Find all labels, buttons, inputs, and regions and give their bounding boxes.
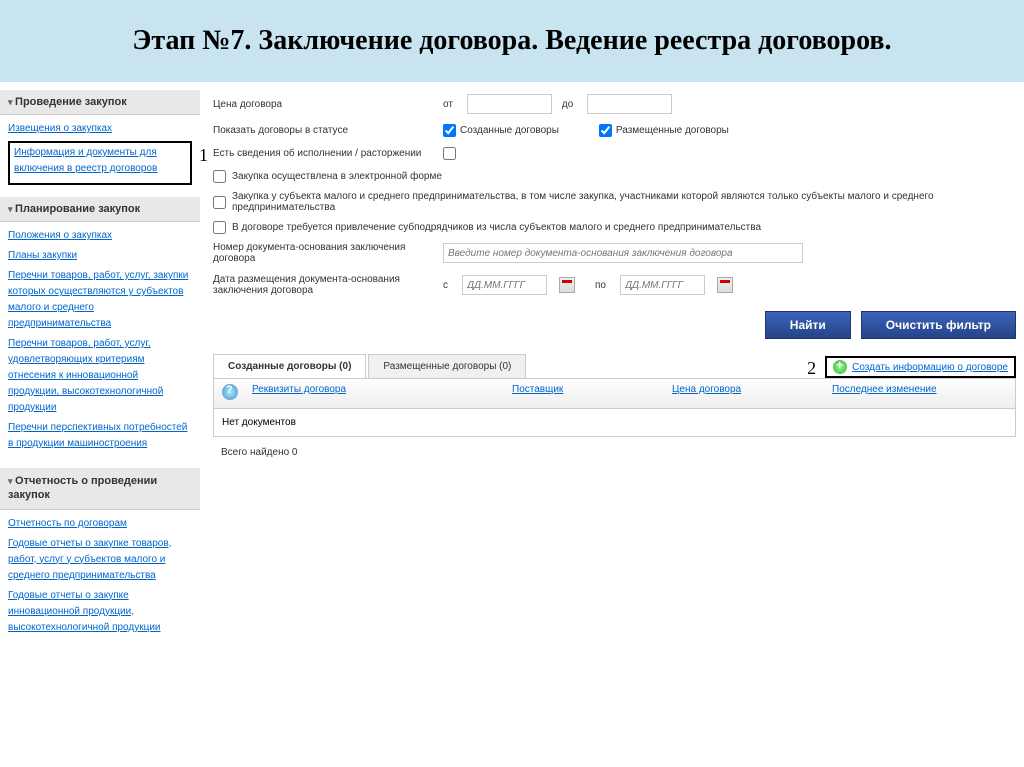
status-placed-checkbox[interactable] — [599, 124, 612, 137]
button-row: Найти Очистить фильтр — [213, 311, 1016, 339]
main-panel: Цена договора от до Показать договоры в … — [205, 90, 1024, 652]
exec-label: Есть сведения об исполнении / расторжени… — [213, 148, 443, 159]
price-label: Цена договора — [213, 99, 443, 110]
docnum-input[interactable] — [443, 243, 803, 263]
date-to-input[interactable] — [620, 275, 705, 295]
sidebar-link-innovation-lists[interactable]: Перечни товаров, работ, услуг, удовлетво… — [8, 336, 192, 416]
highlight-box-1: Информация и документы для включения в р… — [8, 141, 192, 185]
th-requisites[interactable]: Реквизиты договора — [252, 384, 512, 403]
slide-title-bar: Этап №7. Заключение договора. Ведение ре… — [0, 0, 1024, 82]
sidebar-link-plans[interactable]: Планы закупки — [8, 248, 192, 264]
docdate-label: Дата размещения документа-основания закл… — [213, 274, 443, 296]
sidebar-link-perspective-lists[interactable]: Перечни перспективных потребностей в про… — [8, 420, 192, 452]
price-to-input[interactable] — [587, 94, 672, 114]
table-header: Реквизиты договора Поставщик Цена догово… — [213, 379, 1016, 409]
date-to-label: по — [595, 280, 606, 291]
search-button[interactable]: Найти — [765, 311, 851, 339]
sidebar-section-procurement[interactable]: Проведение закупок — [0, 90, 200, 115]
cb-subcontract-row: В договоре требуется привлечение субподр… — [213, 221, 1016, 234]
cb-electronic-label: Закупка осуществлена в электронной форме — [232, 171, 442, 182]
to-label: до — [562, 99, 573, 110]
status-created-wrap[interactable]: Созданные договоры — [443, 124, 559, 137]
status-placed-label: Размещенные договоры — [616, 125, 729, 136]
table-empty-message: Нет документов — [213, 409, 1016, 437]
docnum-label: Номер документа-основания заключения дог… — [213, 242, 443, 264]
annotation-marker-1: 1 — [199, 145, 208, 166]
tab-created[interactable]: Созданные договоры (0) — [213, 354, 366, 378]
tabs: Созданные договоры (0) Размещенные догов… — [213, 354, 1016, 379]
price-from-input[interactable] — [467, 94, 552, 114]
sidebar-link-contract-reports[interactable]: Отчетность по договорам — [8, 516, 192, 532]
filter-price-row: Цена договора от до — [213, 94, 1016, 114]
filter-exec-row: Есть сведения об исполнении / расторжени… — [213, 147, 1016, 160]
filter-docnum-row: Номер документа-основания заключения дог… — [213, 242, 1016, 264]
cb-electronic[interactable] — [213, 170, 226, 183]
calendar-from-icon[interactable] — [559, 277, 575, 293]
sidebar-link-msp-lists[interactable]: Перечни товаров, работ, услуг, закупки к… — [8, 268, 192, 332]
sidebar-links-3: Отчетность по договорам Годовые отчеты о… — [0, 510, 200, 652]
cb-subcontract[interactable] — [213, 221, 226, 234]
th-supplier[interactable]: Поставщик — [512, 384, 672, 403]
cb-msp[interactable] — [213, 196, 226, 209]
annotation-marker-2: 2 — [807, 358, 816, 379]
status-created-label: Созданные договоры — [460, 125, 559, 136]
sidebar-link-notices[interactable]: Извещения о закупках — [8, 121, 192, 137]
cb-subcontract-label: В договоре требуется привлечение субподр… — [232, 222, 761, 233]
clear-filter-button[interactable]: Очистить фильтр — [861, 311, 1016, 339]
status-created-checkbox[interactable] — [443, 124, 456, 137]
th-info — [222, 384, 252, 403]
filter-status-row: Показать договоры в статусе Созданные до… — [213, 124, 1016, 137]
th-price[interactable]: Цена договора — [672, 384, 832, 403]
sidebar-link-annual-innovation[interactable]: Годовые отчеты о закупке инновационной п… — [8, 588, 192, 636]
sidebar-link-regulations[interactable]: Положения о закупках — [8, 228, 192, 244]
status-placed-wrap[interactable]: Размещенные договоры — [599, 124, 729, 137]
cb-msp-row: Закупка у субъекта малого и среднего пре… — [213, 191, 1016, 213]
th-last-change[interactable]: Последнее изменение — [832, 384, 1007, 403]
highlight-box-2: 2 Создать информацию о договоре — [825, 356, 1016, 378]
status-label: Показать договоры в статусе — [213, 125, 443, 136]
slide-title: Этап №7. Заключение договора. Ведение ре… — [40, 25, 984, 57]
filter-docdate-row: Дата размещения документа-основания закл… — [213, 274, 1016, 296]
content: Проведение закупок Извещения о закупках … — [0, 90, 1024, 652]
create-contract-link[interactable]: Создать информацию о договоре — [852, 362, 1008, 373]
sidebar: Проведение закупок Извещения о закупках … — [0, 90, 205, 652]
sidebar-link-annual-msp[interactable]: Годовые отчеты о закупке товаров, работ,… — [8, 536, 192, 584]
calendar-to-icon[interactable] — [717, 277, 733, 293]
info-icon[interactable] — [222, 384, 238, 400]
plus-icon — [833, 360, 847, 374]
sidebar-links-2: Положения о закупках Планы закупки Переч… — [0, 222, 200, 468]
from-label: от — [443, 99, 453, 110]
table-footer: Всего найдено 0 — [213, 437, 1016, 468]
date-from-label: с — [443, 280, 448, 291]
sidebar-links-1: Извещения о закупках Информация и докуме… — [0, 115, 200, 197]
cb-electronic-row: Закупка осуществлена в электронной форме — [213, 170, 1016, 183]
cb-msp-label: Закупка у субъекта малого и среднего пре… — [232, 191, 1016, 213]
sidebar-section-reporting[interactable]: Отчетность о проведении закупок — [0, 468, 200, 510]
exec-checkbox[interactable] — [443, 147, 456, 160]
date-from-input[interactable] — [462, 275, 547, 295]
tab-placed[interactable]: Размещенные договоры (0) — [368, 354, 526, 378]
sidebar-link-registry-info[interactable]: Информация и документы для включения в р… — [14, 145, 186, 177]
sidebar-section-planning[interactable]: Планирование закупок — [0, 197, 200, 222]
